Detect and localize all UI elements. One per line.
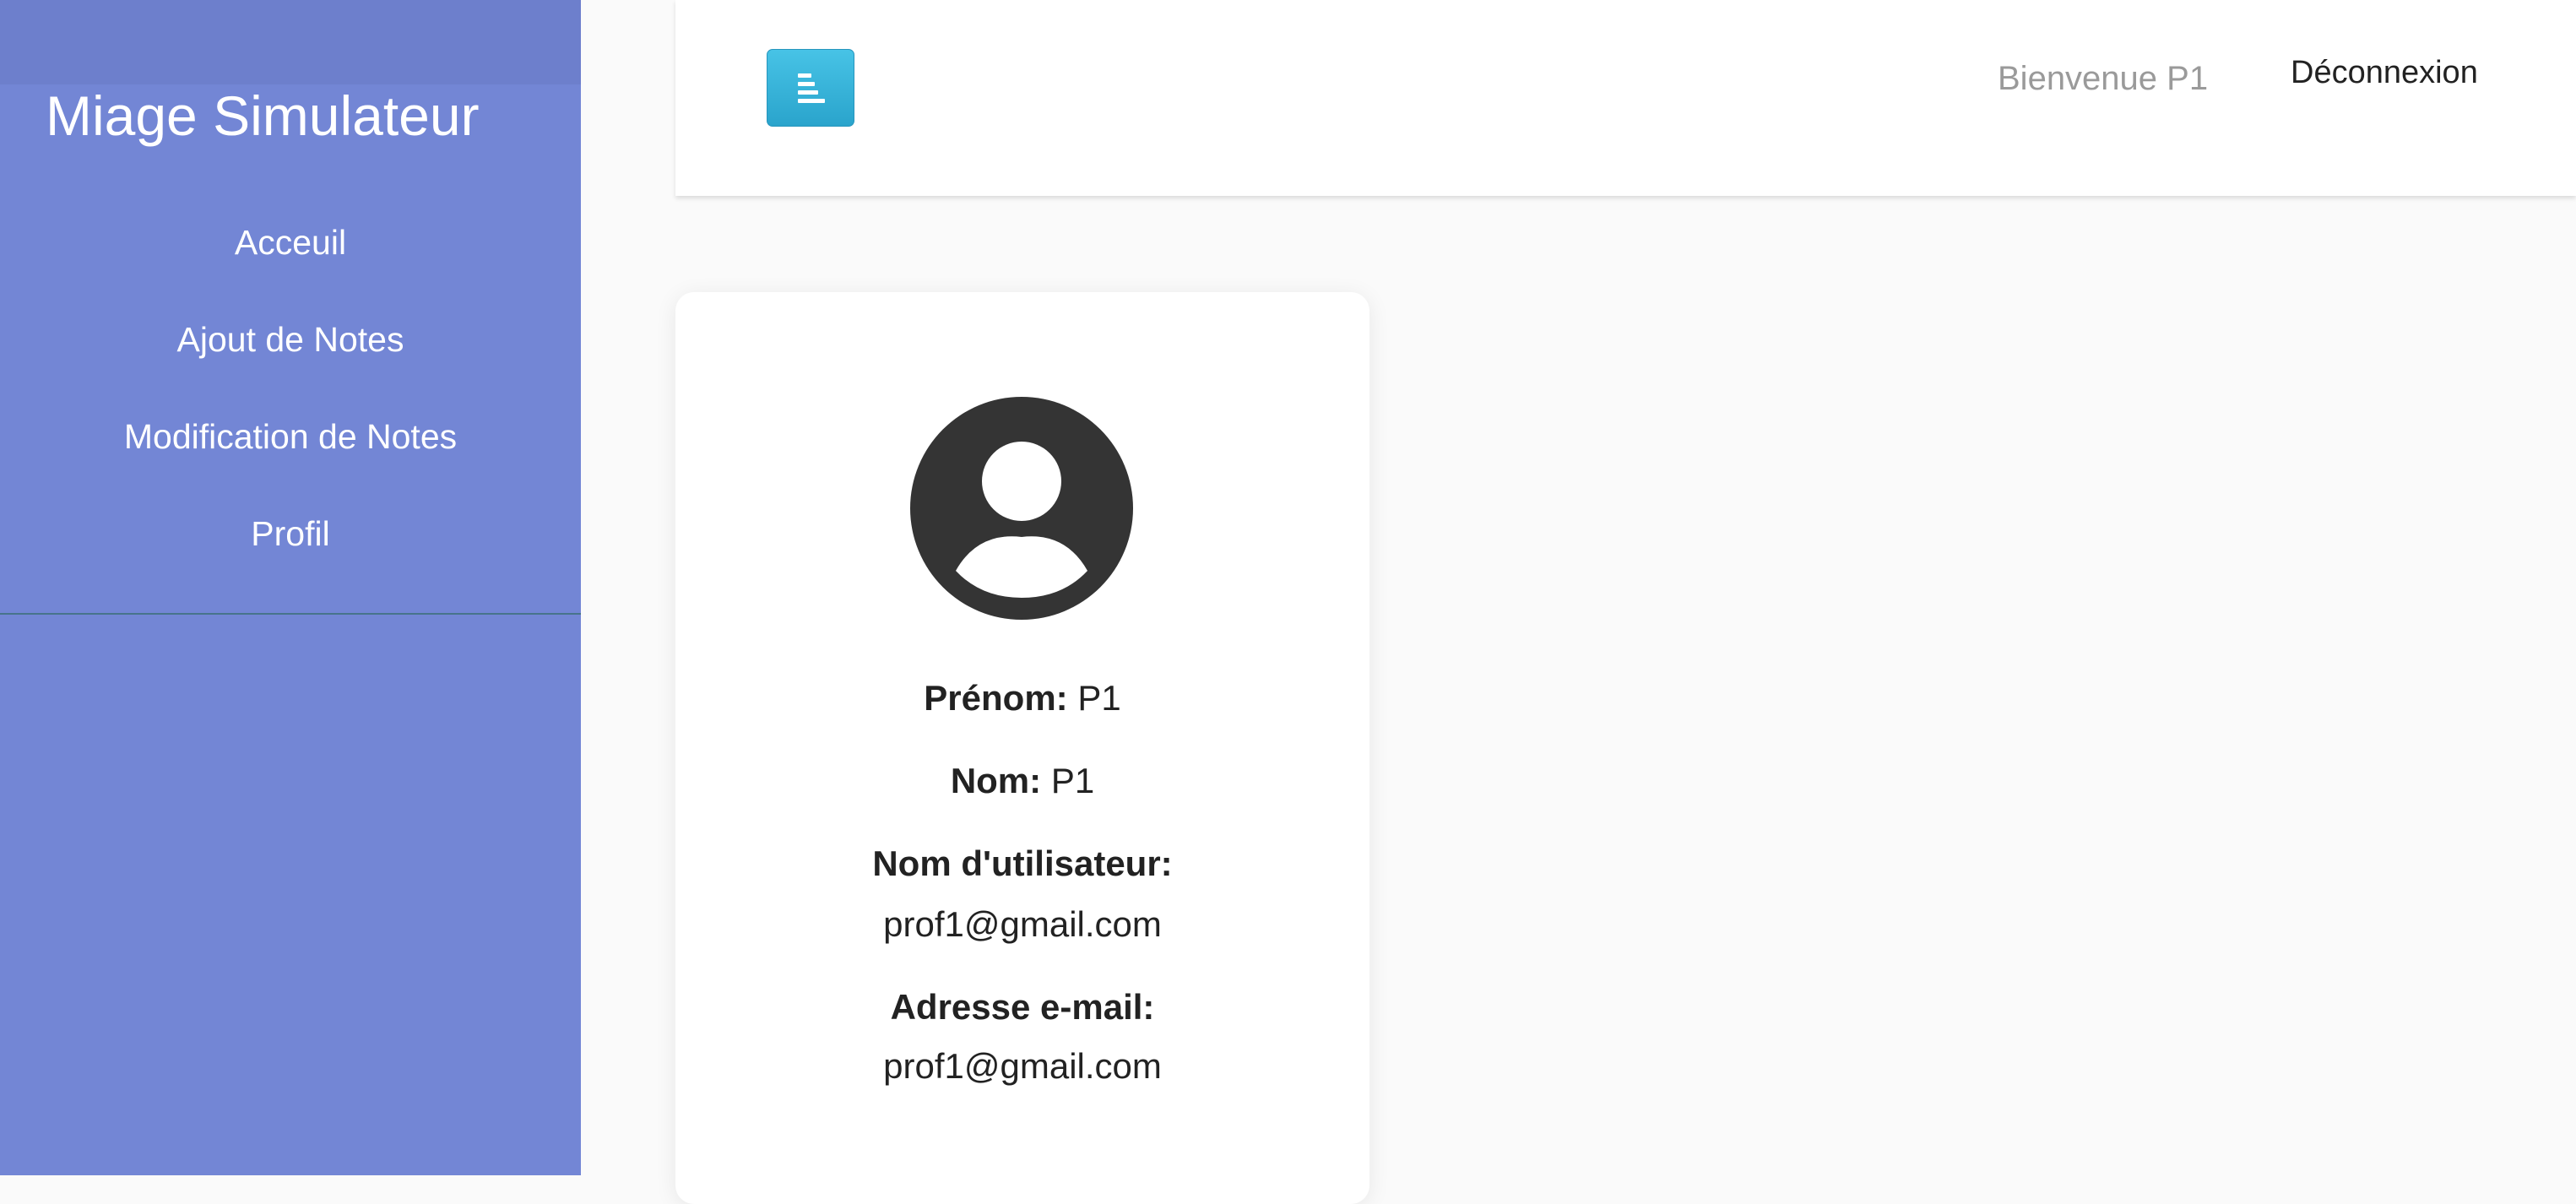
welcome-text: Bienvenue P1	[1998, 60, 2209, 97]
sidebar-item-acceuil[interactable]: Acceuil	[0, 194, 581, 291]
sidebar: Miage Simulateur Acceuil Ajout de Notes …	[0, 0, 581, 1175]
sidebar-item-ajout-notes[interactable]: Ajout de Notes	[0, 291, 581, 388]
profile-card: Prénom: P1 Nom: P1 Nom d'utilisateur: pr…	[675, 292, 1369, 1204]
top-navbar: Bienvenue P1 Déconnexion	[675, 0, 2576, 196]
nom-value: P1	[1050, 761, 1095, 800]
username-value: prof1@gmail.com	[883, 904, 1162, 944]
sidebar-item-modification-notes[interactable]: Modification de Notes	[0, 388, 581, 485]
nom-field: Nom: P1	[675, 758, 1369, 804]
logout-link[interactable]: Déconnexion	[2291, 51, 2478, 95]
sidebar-item-profil[interactable]: Profil	[0, 485, 581, 583]
app-title: Miage Simulateur	[46, 84, 480, 147]
email-value: prof1@gmail.com	[883, 1046, 1162, 1086]
sidebar-header-band	[0, 0, 581, 84]
sidebar-toggle-button[interactable]	[767, 49, 854, 127]
username-label: Nom d'utilisateur:	[872, 843, 1173, 883]
sidebar-divider	[0, 613, 581, 615]
sidebar-nav: Acceuil Ajout de Notes Modification de N…	[0, 194, 581, 583]
prenom-field: Prénom: P1	[675, 675, 1369, 721]
prenom-label: Prénom:	[924, 678, 1068, 718]
email-label: Adresse e-mail:	[890, 987, 1155, 1027]
user-circle-icon	[910, 397, 1133, 620]
nom-label: Nom:	[950, 761, 1042, 800]
prenom-value: P1	[1077, 678, 1121, 718]
